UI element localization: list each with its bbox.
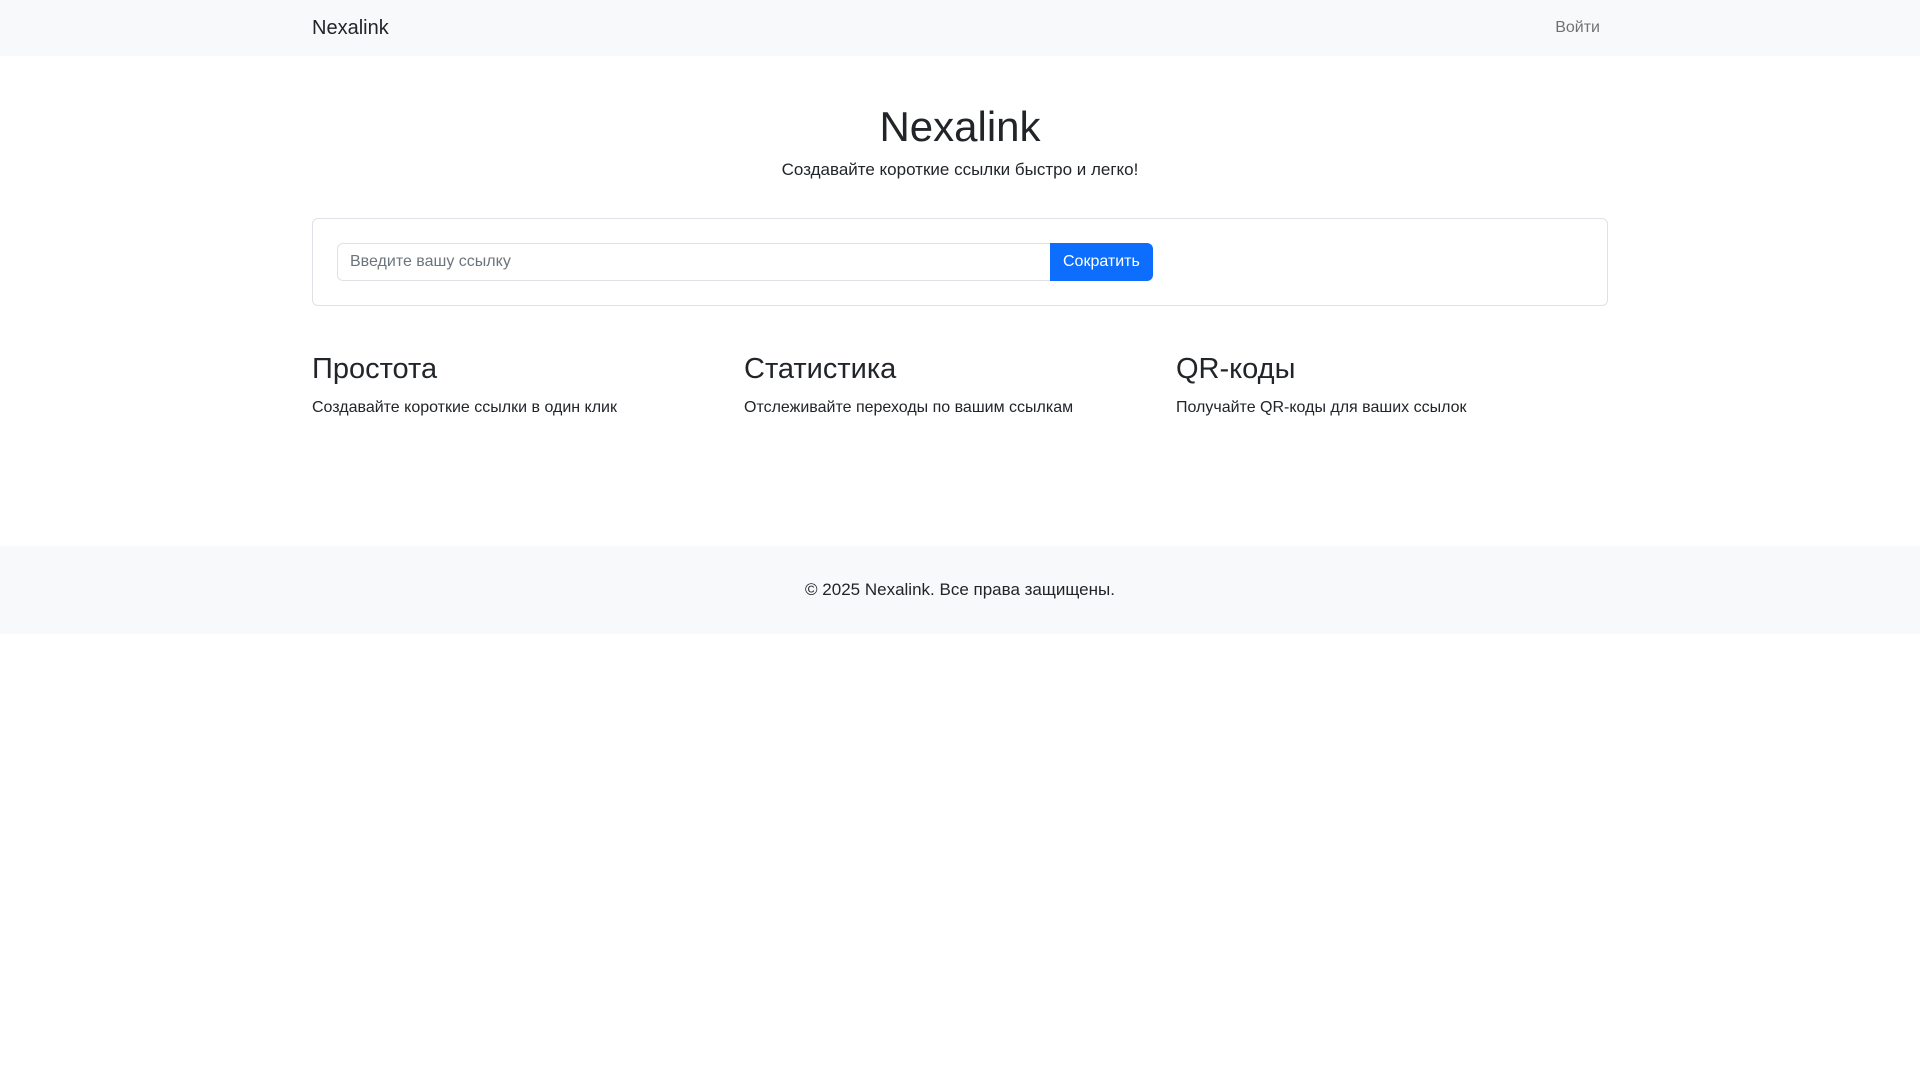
navbar-container: Nexalink Войти (312, 0, 1608, 56)
navbar: Nexalink Войти (0, 0, 1920, 56)
feature-text: Отслеживайте переходы по вашим ссылкам (744, 399, 1074, 417)
shortener-form: Сократить (337, 243, 1153, 282)
feature-text: Создавайте короткие ссылки в один клик (312, 399, 617, 417)
feature-title: Статистика (744, 353, 897, 386)
shortener-card: Сократить (312, 218, 1608, 307)
feature-qr-codes: QR-коды Получайте QR-коды для ваших ссыл… (1176, 352, 1608, 417)
hero-title: Nexalink (879, 103, 1041, 150)
url-input[interactable] (337, 243, 1050, 282)
login-link[interactable]: Войти (1555, 19, 1600, 37)
feature-statistics: Статистика Отслеживайте переходы по ваши… (744, 352, 1176, 417)
features: Простота Создавайте короткие ссылки в од… (312, 352, 1608, 417)
hero: Nexalink Создавайте короткие ссылки быст… (312, 56, 1608, 180)
shorten-button[interactable]: Сократить (1050, 243, 1153, 282)
footer-copyright: © 2025 Nexalink. Все права защищены. (805, 580, 1115, 599)
hero-subtitle: Создавайте короткие ссылки быстро и легк… (781, 160, 1139, 180)
feature-title: QR-коды (1176, 353, 1296, 386)
feature-text: Получайте QR-коды для ваших ссылок (1176, 399, 1467, 417)
footer: © 2025 Nexalink. Все права защищены. (0, 546, 1920, 634)
brand-link[interactable]: Nexalink (312, 17, 389, 40)
feature-simplicity: Простота Создавайте короткие ссылки в од… (312, 352, 744, 417)
main-content: Nexalink Создавайте короткие ссылки быст… (312, 56, 1608, 417)
feature-title: Простота (312, 353, 438, 386)
